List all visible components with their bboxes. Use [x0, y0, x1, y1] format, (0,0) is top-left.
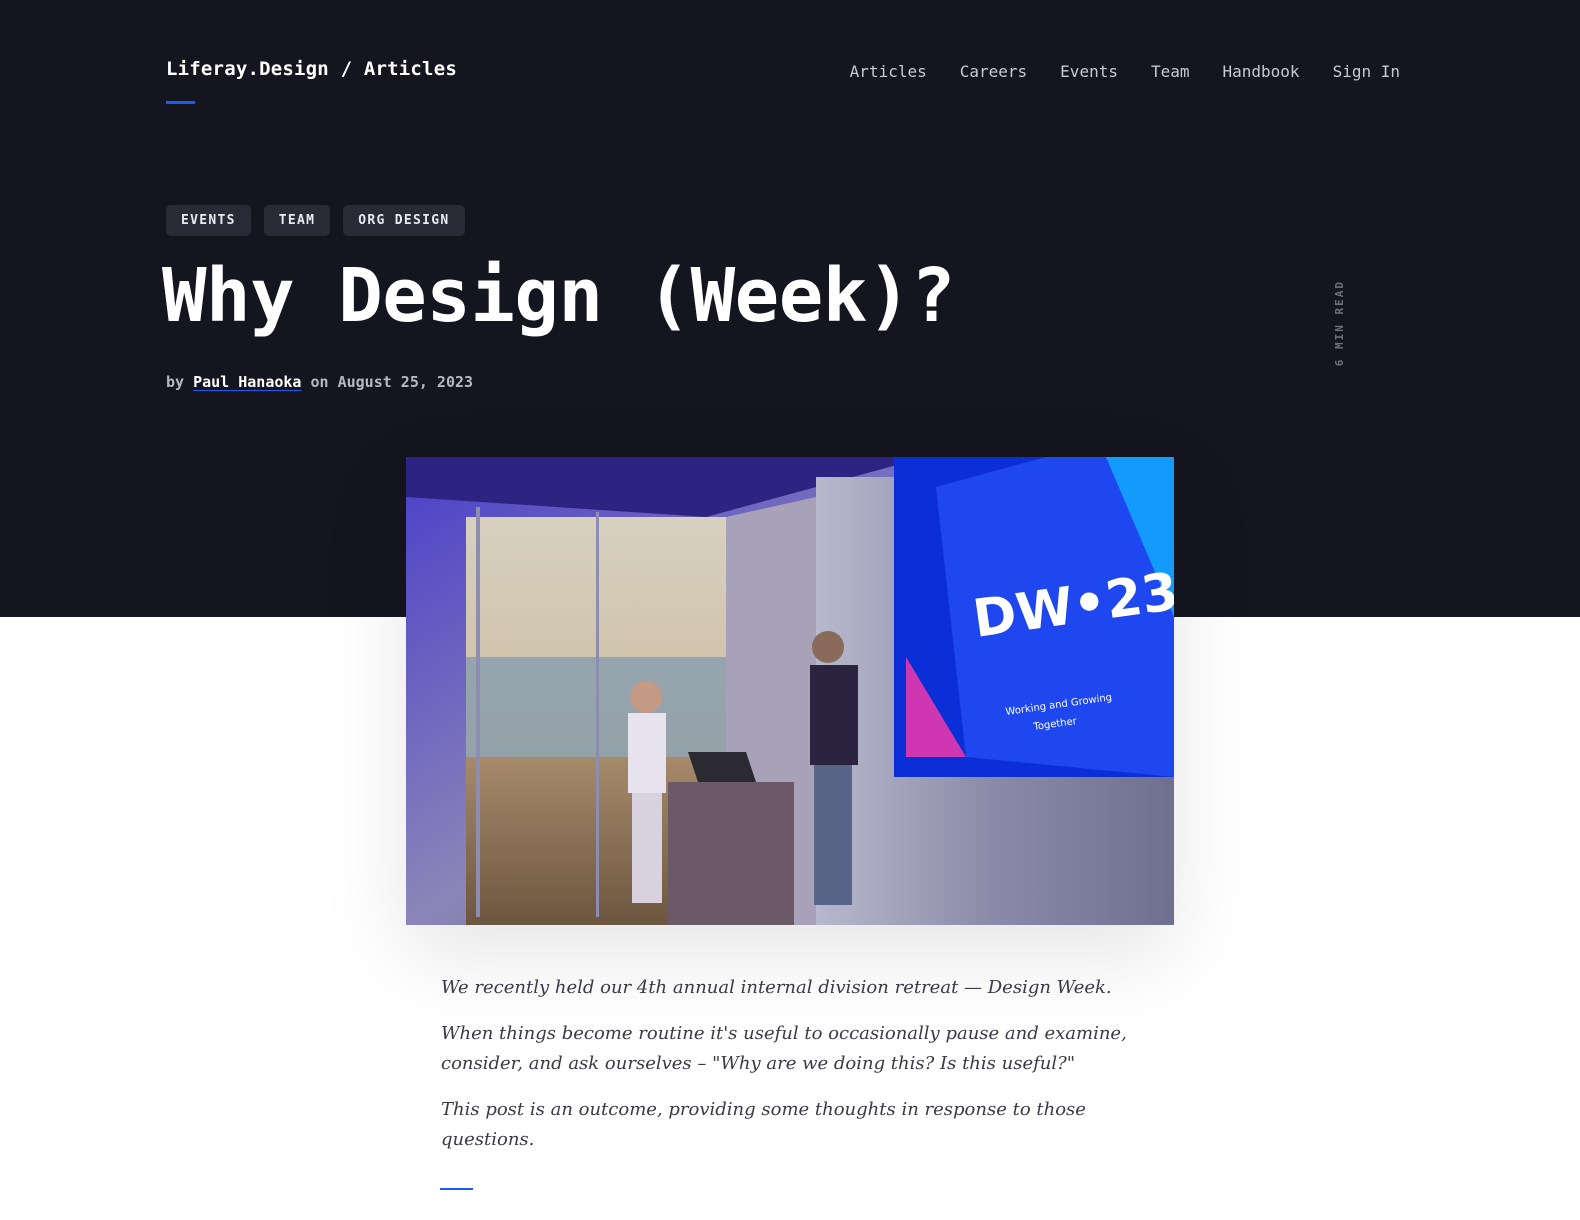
article-date: August 25, 2023: [337, 373, 474, 391]
tag-org-design[interactable]: ORG DESIGN: [343, 205, 465, 236]
nav-sign-in[interactable]: Sign In: [1333, 62, 1400, 81]
hero-photo: DW•23 Working and Growing Together: [406, 457, 1174, 925]
nav-careers[interactable]: Careers: [960, 62, 1027, 81]
nav-handbook[interactable]: Handbook: [1223, 62, 1300, 81]
author-link[interactable]: Paul Hanaoka: [193, 373, 301, 391]
main-nav: Articles Careers Events Team Handbook Si…: [817, 62, 1400, 81]
tag-team[interactable]: TEAM: [263, 205, 331, 236]
excerpt-paragraph: This post is an outcome, providing some …: [441, 1099, 1086, 1150]
tag-events[interactable]: EVENTS: [166, 205, 251, 236]
design-week-photo-illustration: DW•23 Working and Growing Together: [406, 457, 1174, 925]
article-byline: by Paul Hanaoka on August 25, 2023: [166, 373, 473, 391]
section-divider-accent: [440, 1188, 473, 1190]
read-time-label: 6 MIN READ: [1333, 280, 1346, 367]
brand-underline-accent: [166, 101, 195, 104]
excerpt-paragraph: When things become routine it's useful t…: [441, 1023, 1127, 1074]
nav-articles[interactable]: Articles: [850, 62, 927, 81]
article-title: Why Design (Week)?: [162, 253, 955, 339]
excerpt-paragraph: We recently held our 4th annual internal…: [441, 977, 1112, 998]
site-brand-link[interactable]: Liferay.Design / Articles: [166, 58, 457, 80]
nav-team[interactable]: Team: [1151, 62, 1190, 81]
nav-events[interactable]: Events: [1060, 62, 1118, 81]
byline-prefix: by: [166, 373, 185, 391]
article-excerpt: We recently held our 4th annual internal…: [441, 973, 1141, 1171]
article-tags: EVENTS TEAM ORG DESIGN: [166, 205, 465, 236]
byline-mid: on: [310, 373, 329, 391]
